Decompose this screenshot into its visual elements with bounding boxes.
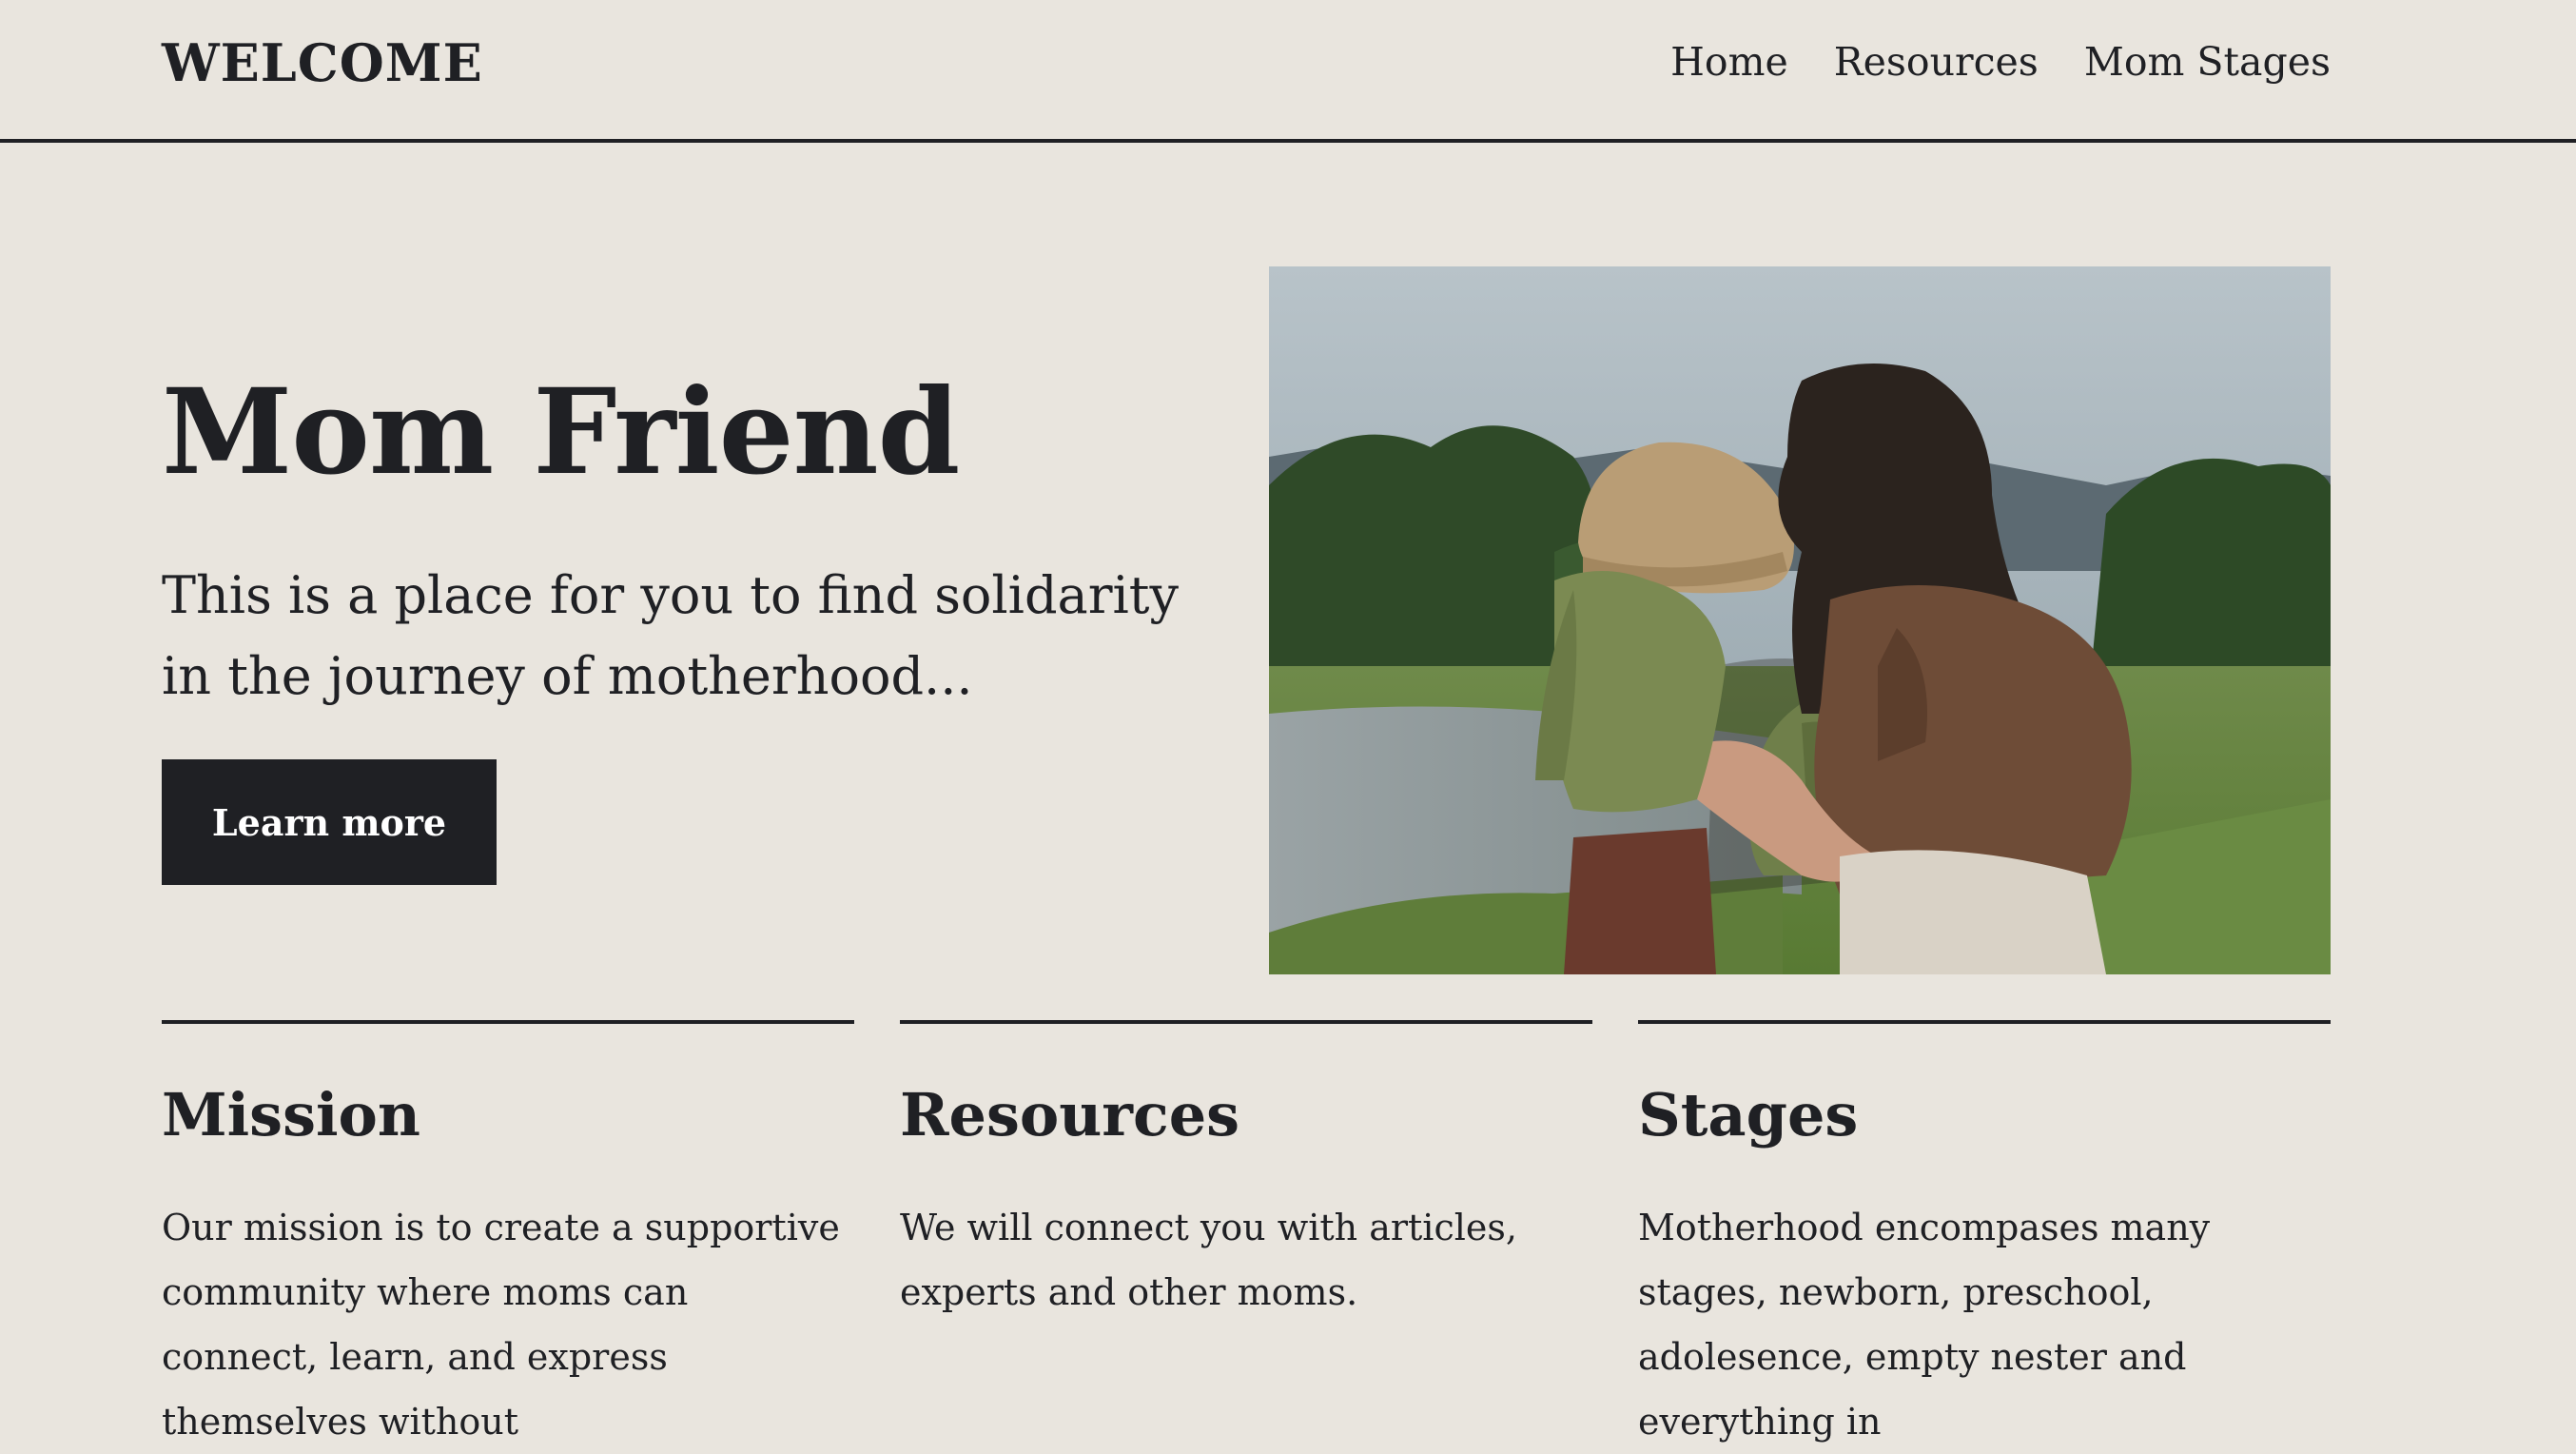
nav-link-resources[interactable]: Resources [1834,32,2039,91]
mission-column: Mission Our mission is to create a suppo… [162,1020,854,1454]
main-nav: Home Resources Mom Stages [1670,32,2331,91]
site-brand[interactable]: WELCOME [162,29,483,97]
resources-text: We will connect you with articles, exper… [900,1207,1517,1313]
stages-column: Stages Motherhood encompases many stages… [1638,1020,2331,1454]
resources-column: Resources We will connect you with artic… [900,1020,1592,1325]
top-navigation-bar: WELCOME Home Resources Mom Stages [0,0,2576,143]
hero-photo [1269,266,2331,974]
nav-link-mom-stages[interactable]: Mom Stages [2084,32,2331,91]
learn-more-button[interactable]: Learn more [162,759,497,885]
hero-subtitle: This is a place for you to find solidari… [162,565,1180,706]
stages-text: Motherhood encompases many stages, newbo… [1638,1207,2211,1443]
stages-heading: Stages [1638,1080,1859,1149]
mission-text: Our mission is to create a supportive co… [162,1207,840,1443]
hero-title: Mom Friend [162,364,960,501]
mission-heading: Mission [162,1080,420,1149]
resources-heading: Resources [900,1080,1240,1149]
nav-link-home[interactable]: Home [1670,32,1788,91]
